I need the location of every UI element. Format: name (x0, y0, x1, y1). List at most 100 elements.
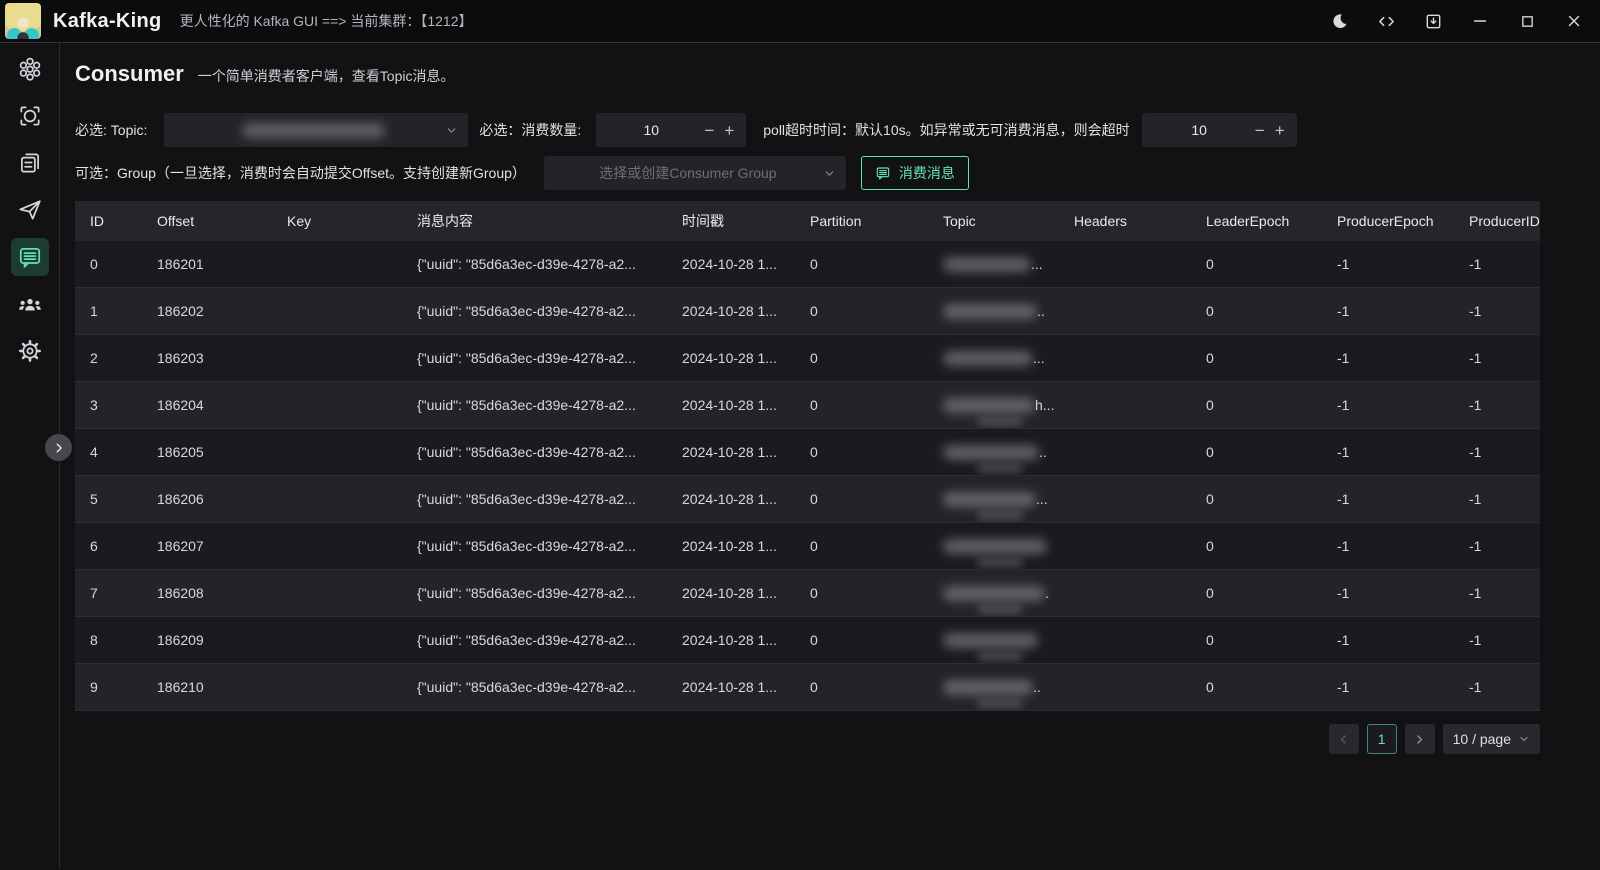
consumer-controls-row-2: 可选：Group（一旦选择，消费时会自动提交Offset。支持创建新Group）… (75, 156, 1540, 190)
col-topic: Topic (928, 201, 1059, 241)
sidebar-item-settings[interactable] (11, 332, 49, 370)
page-size-select[interactable]: 10 / page (1443, 724, 1540, 754)
sidebar-item-topics[interactable] (11, 144, 49, 182)
minimize-icon (1471, 12, 1489, 30)
cell-partition: 0 (795, 617, 928, 664)
cell-timestamp: 2024-10-28 1... (667, 241, 795, 288)
redacted-topic: ... (943, 241, 1055, 287)
cell-id: 9 (75, 664, 142, 711)
minimize-button[interactable] (1470, 11, 1490, 31)
cell-partition: 0 (795, 335, 928, 382)
cell-leaderepoch: 0 (1191, 664, 1322, 711)
download-icon (1424, 12, 1443, 31)
col-timestamp: 时间戳 (667, 201, 795, 241)
increment-icon[interactable]: + (724, 122, 734, 139)
message-icon (875, 165, 891, 181)
cell-message: {"uuid": "85d6a3ec-d39e-4278-a2... (402, 288, 667, 335)
cell-topic: . (928, 570, 1059, 617)
chevron-down-icon (1518, 733, 1530, 745)
current-page-button[interactable]: 1 (1367, 724, 1397, 754)
sidebar-item-consumer[interactable] (11, 238, 49, 276)
cell-message: {"uuid": "85d6a3ec-d39e-4278-a2... (402, 429, 667, 476)
cell-producerid: -1 (1454, 382, 1540, 429)
cell-message: {"uuid": "85d6a3ec-d39e-4278-a2... (402, 335, 667, 382)
table-row[interactable]: 8 186209 {"uuid": "85d6a3ec-d39e-4278-a2… (75, 617, 1540, 664)
consumer-group-select[interactable]: 选择或创建Consumer Group (544, 156, 846, 190)
table-row[interactable]: 9 186210 {"uuid": "85d6a3ec-d39e-4278-a2… (75, 664, 1540, 711)
cell-key (272, 664, 402, 711)
cell-id: 7 (75, 570, 142, 617)
topic-label: 必选: Topic: (75, 120, 147, 140)
chevron-down-icon (445, 124, 458, 137)
cell-message: {"uuid": "85d6a3ec-d39e-4278-a2... (402, 664, 667, 711)
redacted-topic: ... (943, 335, 1055, 381)
page-header: Consumer 一个简单消费者客户端，查看Topic消息。 (75, 43, 1540, 87)
table-row[interactable]: 7 186208 {"uuid": "85d6a3ec-d39e-4278-a2… (75, 570, 1540, 617)
prev-page-button[interactable] (1329, 724, 1359, 754)
cell-id: 4 (75, 429, 142, 476)
col-message: 消息内容 (402, 201, 667, 241)
chevron-left-icon (1337, 733, 1350, 746)
table-row[interactable]: 5 186206 {"uuid": "85d6a3ec-d39e-4278-a2… (75, 476, 1540, 523)
cell-producerepoch: -1 (1322, 617, 1454, 664)
cell-timestamp: 2024-10-28 1... (667, 570, 795, 617)
titlebar-subtitle: 更人性化的 Kafka GUI ==> 当前集群：【1212】 (180, 11, 473, 31)
poll-timeout-input[interactable]: 10 − + (1142, 113, 1297, 147)
app-logo (5, 3, 41, 39)
increment-icon[interactable]: + (1275, 122, 1285, 139)
sidebar-expand-button[interactable] (45, 434, 72, 461)
cell-topic: ... (928, 335, 1059, 382)
cell-key (272, 523, 402, 570)
cell-producerepoch: -1 (1322, 476, 1454, 523)
cell-topic: ... (928, 241, 1059, 288)
next-page-button[interactable] (1405, 724, 1435, 754)
cell-producerid: -1 (1454, 335, 1540, 382)
cell-partition: 0 (795, 241, 928, 288)
decrement-icon[interactable]: − (1255, 122, 1265, 139)
cell-producerid: -1 (1454, 523, 1540, 570)
cell-key (272, 429, 402, 476)
theme-toggle-button[interactable] (1329, 11, 1349, 31)
redacted-topic: h... (943, 382, 1055, 428)
sidebar-item-producer[interactable] (11, 191, 49, 229)
cell-timestamp: 2024-10-28 1... (667, 429, 795, 476)
devtools-button[interactable] (1376, 11, 1396, 31)
table-row[interactable]: 6 186207 {"uuid": "85d6a3ec-d39e-4278-a2… (75, 523, 1540, 570)
cell-leaderepoch: 0 (1191, 241, 1322, 288)
redacted-topic (943, 617, 1055, 663)
col-headers: Headers (1059, 201, 1191, 241)
sidebar-item-cluster[interactable] (11, 50, 49, 88)
decrement-icon[interactable]: − (704, 122, 714, 139)
redacted-topic: .. (943, 664, 1055, 710)
cell-headers (1059, 476, 1191, 523)
cell-leaderepoch: 0 (1191, 288, 1322, 335)
col-key: Key (272, 201, 402, 241)
consume-button[interactable]: 消费消息 (861, 156, 969, 190)
redacted-topic (943, 523, 1055, 569)
cell-timestamp: 2024-10-28 1... (667, 664, 795, 711)
consumer-controls-row-1: 必选: Topic: 必选：消费数量: 10 − + poll超时时间：默认10… (75, 113, 1540, 147)
sidebar-item-groups[interactable] (11, 285, 49, 323)
table-row[interactable]: 0 186201 {"uuid": "85d6a3ec-d39e-4278-a2… (75, 241, 1540, 288)
table-row[interactable]: 1 186202 {"uuid": "85d6a3ec-d39e-4278-a2… (75, 288, 1540, 335)
group-label: 可选：Group（一旦选择，消费时会自动提交Offset。支持创建新Group） (75, 163, 526, 183)
sidebar-item-monitor[interactable] (11, 97, 49, 135)
cell-partition: 0 (795, 382, 928, 429)
cell-offset: 186210 (142, 664, 272, 711)
import-button[interactable] (1423, 11, 1443, 31)
col-id: ID (75, 201, 142, 241)
close-button[interactable] (1564, 11, 1584, 31)
maximize-button[interactable] (1517, 11, 1537, 31)
quantity-input[interactable]: 10 − + (596, 113, 746, 147)
cell-offset: 186202 (142, 288, 272, 335)
redacted-topic: ... (943, 476, 1055, 522)
topic-select[interactable] (164, 113, 468, 147)
table-row[interactable]: 2 186203 {"uuid": "85d6a3ec-d39e-4278-a2… (75, 335, 1540, 382)
table-row[interactable]: 4 186205 {"uuid": "85d6a3ec-d39e-4278-a2… (75, 429, 1540, 476)
table-row[interactable]: 3 186204 {"uuid": "85d6a3ec-d39e-4278-a2… (75, 382, 1540, 429)
cell-producerepoch: -1 (1322, 523, 1454, 570)
cell-producerepoch: -1 (1322, 241, 1454, 288)
cell-topic: .. (928, 288, 1059, 335)
cell-leaderepoch: 0 (1191, 523, 1322, 570)
cell-offset: 186203 (142, 335, 272, 382)
